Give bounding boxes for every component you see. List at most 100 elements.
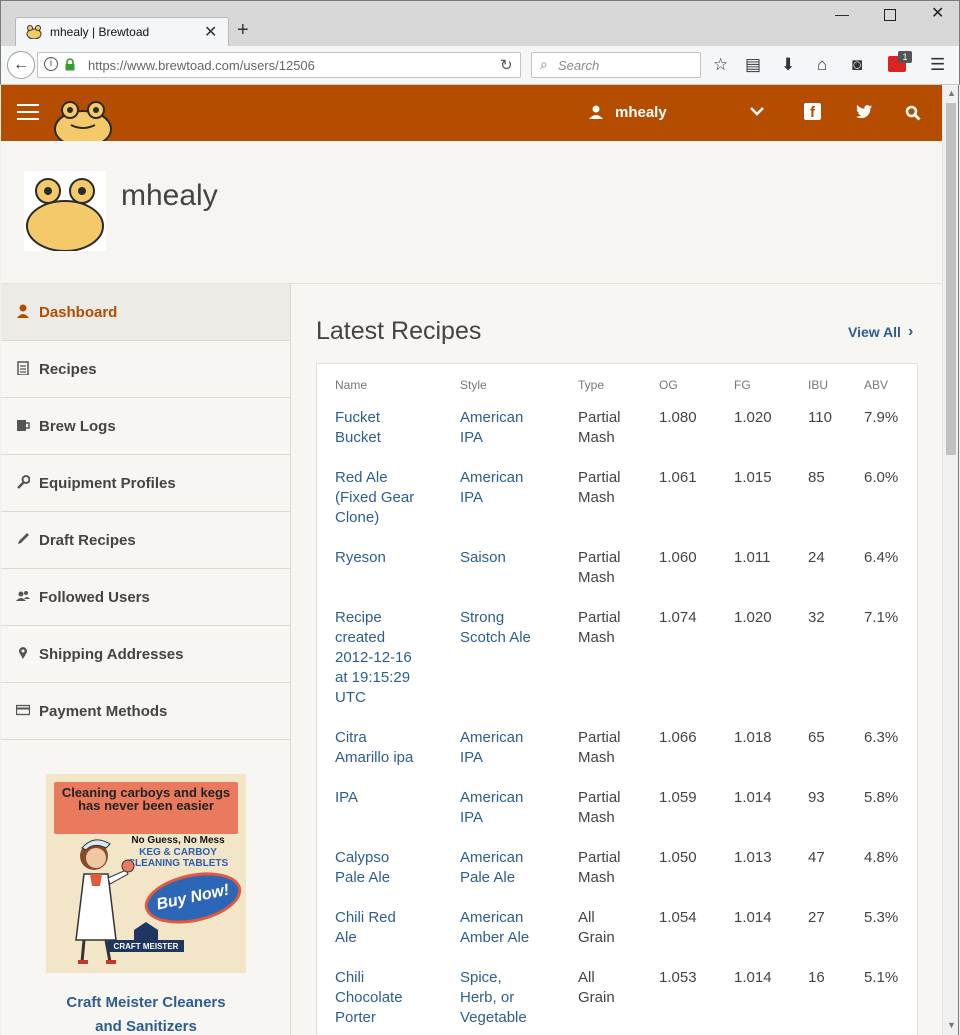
- cell-line[interactable]: Pale Ale: [460, 868, 523, 888]
- cell-line[interactable]: Recipe: [335, 608, 412, 628]
- page-scrollbar[interactable]: ▲ ▼: [942, 85, 959, 1035]
- cell-line[interactable]: IPA: [460, 428, 523, 448]
- cell-name[interactable]: Calypso Pale Ale: [335, 848, 390, 888]
- cell-line[interactable]: Vegetable: [460, 1008, 527, 1028]
- browser-tab[interactable]: mhealy | Brewtoad ✕: [15, 17, 229, 47]
- cell-line[interactable]: Fucket: [335, 408, 381, 428]
- cell-style[interactable]: Strong Scotch Ale: [460, 608, 531, 648]
- tab-close-icon[interactable]: ✕: [204, 22, 217, 42]
- cell-line[interactable]: 2012-12-16: [335, 648, 412, 668]
- avatar[interactable]: [24, 171, 106, 251]
- info-icon[interactable]: i: [44, 57, 58, 71]
- sidebar-item-draft-recipes[interactable]: Draft Recipes: [1, 512, 290, 569]
- chevron-down-icon[interactable]: [749, 105, 765, 117]
- cell-line[interactable]: Strong: [460, 608, 531, 628]
- sidebar-item-shipping-addresses[interactable]: Shipping Addresses: [1, 626, 290, 683]
- cell-name[interactable]: Chili Red Ale: [335, 908, 396, 948]
- cell-line[interactable]: American: [460, 468, 523, 488]
- cell-line[interactable]: Bucket: [335, 428, 381, 448]
- cell-line[interactable]: American: [460, 728, 523, 748]
- cell-name[interactable]: Citra Amarillo ipa: [335, 728, 413, 768]
- cell-line[interactable]: American: [460, 408, 523, 428]
- maximize-icon[interactable]: [884, 9, 896, 21]
- cell-line[interactable]: Herb, or: [460, 988, 527, 1008]
- cell-line[interactable]: Chocolate: [335, 988, 403, 1008]
- cell-line[interactable]: Spice,: [460, 968, 527, 988]
- home-icon[interactable]: ⌂: [817, 55, 827, 75]
- cell-style[interactable]: Spice, Herb, or Vegetable: [460, 968, 527, 1028]
- sidebar-item-equipment-profiles[interactable]: Equipment Profiles: [1, 455, 290, 512]
- cell-name[interactable]: Chili Chocolate Porter: [335, 968, 403, 1028]
- cell-line[interactable]: (Fixed Gear: [335, 488, 414, 508]
- cell-line[interactable]: Chili: [335, 968, 403, 988]
- cell-line[interactable]: American: [460, 908, 529, 928]
- cell-og: 1.060: [659, 549, 697, 566]
- ad-banner[interactable]: Cleaning carboys and kegs has never been…: [46, 774, 246, 973]
- cell-line[interactable]: Pale Ale: [335, 868, 390, 888]
- cell-line[interactable]: Ale: [335, 928, 396, 948]
- hamburger-menu-icon[interactable]: [17, 104, 39, 120]
- url-bar[interactable]: i https://www.brewtoad.com/users/12506 ↻: [37, 52, 521, 78]
- search-icon[interactable]: [905, 105, 921, 121]
- cell-name[interactable]: Red Ale (Fixed Gear Clone): [335, 468, 414, 528]
- cell-line[interactable]: Chili Red: [335, 908, 396, 928]
- search-input[interactable]: ⌕ Search: [531, 52, 701, 78]
- cell-line[interactable]: Citra: [335, 728, 413, 748]
- cell-line[interactable]: Red Ale: [335, 468, 414, 488]
- reading-list-icon[interactable]: ▤: [745, 55, 761, 75]
- bookmark-star-icon[interactable]: ☆: [713, 55, 728, 75]
- cell-name[interactable]: Fucket Bucket: [335, 408, 381, 448]
- cell-line[interactable]: Scotch Ale: [460, 628, 531, 648]
- cell-name[interactable]: Recipe created 2012-12-16 at 19:15:29 UTC: [335, 608, 412, 708]
- scroll-thumb[interactable]: [946, 103, 956, 455]
- cell-line[interactable]: IPA: [460, 748, 523, 768]
- cell-name[interactable]: IPA: [335, 788, 358, 808]
- reload-icon[interactable]: ↻: [500, 56, 513, 74]
- cell-line[interactable]: IPA: [335, 788, 358, 808]
- cell-line[interactable]: Calypso: [335, 848, 390, 868]
- cell-line[interactable]: Ryeson: [335, 548, 386, 568]
- sidebar-item-brew-logs[interactable]: Brew Logs: [1, 398, 290, 455]
- header-username[interactable]: mhealy: [615, 104, 667, 121]
- cell-name[interactable]: Ryeson: [335, 548, 386, 568]
- sidebar-item-followed-users[interactable]: Followed Users: [1, 569, 290, 626]
- cell-line[interactable]: Amber Ale: [460, 928, 529, 948]
- download-icon[interactable]: ⬇: [781, 55, 795, 75]
- cell-line[interactable]: American: [460, 788, 523, 808]
- pocket-icon[interactable]: ◙: [852, 55, 862, 75]
- cell-line[interactable]: Amarillo ipa: [335, 748, 413, 768]
- scroll-down-icon[interactable]: ▼: [947, 1020, 956, 1030]
- cell-line[interactable]: Porter: [335, 1008, 403, 1028]
- back-arrow-icon[interactable]: ←: [7, 51, 35, 79]
- sidebar-item-payment-methods[interactable]: Payment Methods: [1, 683, 290, 740]
- view-all-link[interactable]: View All: [848, 324, 901, 340]
- cell-style[interactable]: American Amber Ale: [460, 908, 529, 948]
- cell-line: Mash: [578, 429, 615, 446]
- cell-style[interactable]: American IPA: [460, 468, 523, 508]
- sidebar-item-dashboard[interactable]: Dashboard: [1, 284, 290, 341]
- twitter-icon[interactable]: [855, 104, 873, 120]
- close-window-icon[interactable]: ✕: [931, 6, 944, 22]
- chevron-right-icon[interactable]: ›: [908, 323, 913, 341]
- cell-line[interactable]: Saison: [460, 548, 506, 568]
- facebook-icon[interactable]: f: [804, 103, 821, 121]
- cell-line[interactable]: IPA: [460, 488, 523, 508]
- cell-style[interactable]: American IPA: [460, 788, 523, 828]
- cell-style[interactable]: American Pale Ale: [460, 848, 523, 888]
- scroll-up-icon[interactable]: ▲: [947, 88, 956, 98]
- cell-style[interactable]: Saison: [460, 548, 506, 568]
- cell-line[interactable]: created: [335, 628, 412, 648]
- ad-caption-link[interactable]: Craft Meister Cleaners and Sanitizers: [31, 991, 261, 1035]
- cell-line[interactable]: IPA: [460, 808, 523, 828]
- minimize-icon[interactable]: —: [835, 7, 849, 21]
- brewtoad-logo[interactable]: [51, 93, 115, 141]
- cell-line[interactable]: Clone): [335, 508, 414, 528]
- cell-style[interactable]: American IPA: [460, 728, 523, 768]
- cell-line[interactable]: UTC: [335, 688, 412, 708]
- sidebar-item-recipes[interactable]: Recipes: [1, 341, 290, 398]
- new-tab-icon[interactable]: +: [237, 20, 249, 40]
- menu-icon[interactable]: ☰: [930, 55, 945, 75]
- cell-line[interactable]: American: [460, 848, 523, 868]
- cell-line[interactable]: at 19:15:29: [335, 668, 412, 688]
- cell-style[interactable]: American IPA: [460, 408, 523, 448]
